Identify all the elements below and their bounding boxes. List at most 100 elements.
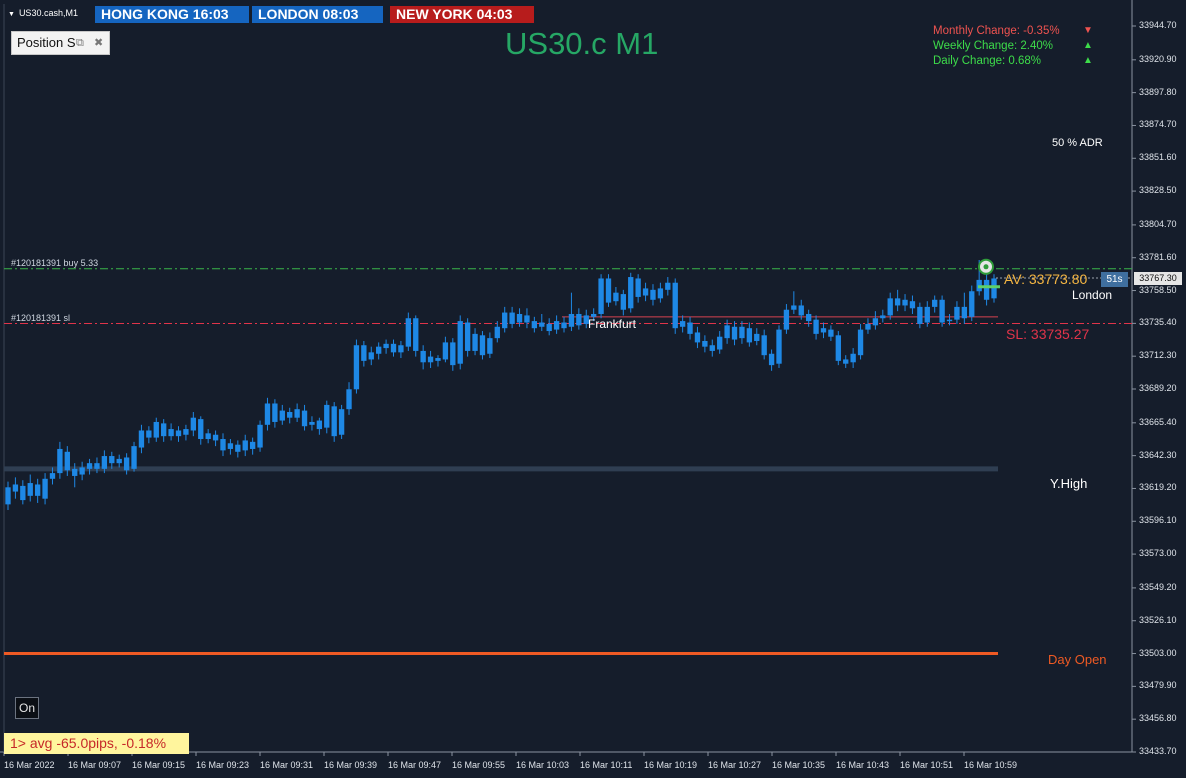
- on-button[interactable]: On: [15, 697, 39, 719]
- price-chart[interactable]: [0, 0, 1186, 778]
- time-tick-label: 16 Mar 10:11: [580, 760, 633, 770]
- time-tick-label: 16 Mar 10:59: [964, 760, 1018, 770]
- candle-body: [346, 389, 352, 410]
- price-tick-label: 33456.80: [1139, 713, 1177, 724]
- candle-body: [383, 343, 389, 349]
- daily-change-label: Daily Change: 0.68%: [933, 55, 1042, 67]
- candle-body: [64, 451, 70, 471]
- time-tick-label: 16 Mar 2022: [4, 760, 55, 770]
- price-tick-label: 33665.40: [1139, 416, 1177, 427]
- candle-body: [12, 484, 19, 492]
- candle-body: [546, 323, 552, 332]
- candle-body: [553, 321, 560, 330]
- price-tick-label: 33573.00: [1139, 548, 1177, 559]
- candle-body: [620, 294, 626, 310]
- day-open-label: Day Open: [1048, 652, 1107, 667]
- candle-body: [227, 443, 234, 449]
- candle-body: [828, 329, 834, 337]
- time-tick-label: 16 Mar 09:31: [260, 760, 314, 770]
- candle-body: [576, 313, 582, 326]
- candle-body: [309, 421, 315, 425]
- candle-body: [161, 423, 167, 437]
- candle-body: [605, 278, 612, 303]
- candle-body: [338, 409, 345, 435]
- price-tick-label: 33619.20: [1139, 482, 1177, 493]
- candle-body: [561, 322, 567, 329]
- candle-body: [783, 309, 790, 330]
- monthly-change-label: Monthly Change: -0.35%: [933, 25, 1060, 37]
- candle-body: [872, 318, 879, 326]
- candle-body: [761, 335, 767, 356]
- candle-body: [487, 338, 493, 354]
- clock-hong-kong: HONG KONG 16:03: [95, 6, 249, 23]
- clock-new-york: NEW YORK 04:03: [390, 6, 534, 23]
- candle-body: [509, 312, 515, 324]
- candle-body: [272, 403, 278, 422]
- candle-body: [5, 487, 11, 505]
- time-tick-label: 16 Mar 09:23: [196, 760, 250, 770]
- adr-label: 50 % ADR: [1052, 137, 1103, 149]
- candle-body: [27, 483, 33, 496]
- candle-body: [717, 336, 723, 350]
- daily-change: Daily Change: 0.68% ▲: [933, 55, 1093, 67]
- candle-body: [709, 345, 715, 351]
- candle-body: [887, 298, 893, 316]
- candle-body: [72, 468, 78, 476]
- candle-body: [49, 473, 56, 479]
- candle-body: [754, 333, 760, 341]
- position-panel-label: Position S: [17, 35, 76, 50]
- clock-london: LONDON 08:03: [252, 6, 383, 23]
- candle-body: [791, 305, 797, 310]
- price-tick-label: 33735.40: [1139, 317, 1177, 328]
- candle-body: [205, 433, 211, 440]
- candle-body: [642, 288, 649, 296]
- candle-body: [665, 282, 671, 290]
- candle-body: [991, 278, 997, 299]
- candle-body: [472, 333, 478, 351]
- candle-body: [768, 353, 775, 366]
- candle-body: [101, 456, 108, 469]
- candle-body: [502, 312, 508, 329]
- candle-body: [235, 444, 241, 452]
- buy-order-label[interactable]: #120181391 buy 5.33: [11, 258, 98, 268]
- close-icon[interactable]: ✖: [94, 32, 103, 54]
- price-tick-label: 33828.50: [1139, 185, 1177, 196]
- candle-body: [516, 313, 523, 323]
- candle-body: [702, 340, 708, 347]
- candle-body: [694, 332, 701, 343]
- candle-body: [146, 430, 152, 438]
- arrow-down-icon: ▼: [1083, 25, 1093, 36]
- candle-body: [954, 306, 960, 320]
- time-tick-label: 16 Mar 09:55: [452, 760, 506, 770]
- candle-body: [405, 318, 411, 347]
- price-tick-label: 33897.80: [1139, 86, 1177, 97]
- price-tick-label: 33804.70: [1139, 218, 1177, 229]
- candle-body: [361, 345, 367, 361]
- restore-icon[interactable]: ⧉: [76, 32, 84, 54]
- candle-body: [376, 346, 382, 354]
- candle-body: [257, 424, 263, 448]
- symbol-label: US30.cash,M1: [18, 8, 78, 18]
- symbol-header[interactable]: ▼ US30.cash,M1: [8, 8, 78, 18]
- price-tick-label: 33758.50: [1139, 284, 1177, 295]
- frankfurt-session-label: Frankfurt: [588, 317, 637, 331]
- price-tick-label: 33549.20: [1139, 581, 1177, 592]
- candle-body: [539, 322, 545, 327]
- candle-body: [220, 439, 226, 451]
- candle-body: [331, 406, 337, 437]
- candle-body: [198, 419, 204, 440]
- time-tick-label: 16 Mar 10:35: [772, 760, 826, 770]
- position-panel[interactable]: Position S ⧉ ✖: [11, 31, 110, 55]
- candle-body: [94, 463, 100, 469]
- chevron-down-icon[interactable]: ▼: [8, 11, 15, 18]
- candle-body: [857, 329, 864, 356]
- candle-body: [983, 279, 990, 300]
- london-session-label: London: [1072, 288, 1113, 302]
- candle-body: [279, 410, 285, 421]
- candle-body: [294, 409, 300, 418]
- price-tick-label: 33712.30: [1139, 350, 1177, 361]
- candle-body: [628, 277, 634, 309]
- candle-body: [420, 350, 426, 363]
- sl-order-label[interactable]: #120181391 sl: [11, 313, 70, 323]
- candle-body: [301, 410, 308, 427]
